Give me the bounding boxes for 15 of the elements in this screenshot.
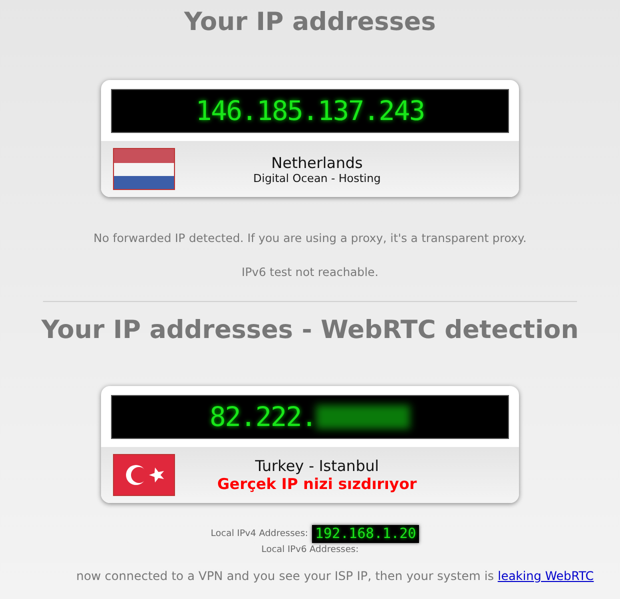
section-title: Your IP addresses: [184, 6, 436, 38]
ipv4-label: Local IPv4 Addresses:: [210, 529, 308, 539]
section-title: Your IP addresses - WebRTC detection: [41, 314, 579, 346]
footer-text: now connected to a VPN and you see your ISP IP, then your system is leaking WebRTC: [75, 569, 594, 583]
leaking-webrtc-link[interactable]: leaking WebRTC: [498, 569, 594, 583]
location-text: Turkey - Istanbul: [255, 457, 379, 475]
status-note: IPv6 test not reachable.: [242, 265, 378, 279]
ipv6-label: Local IPv6 Addresses:: [261, 545, 359, 555]
status-note: No forwarded IP detected. If you are using a proxy, it's a transparent proxy.: [93, 231, 527, 245]
ip-address: 146.185.137.243: [196, 96, 424, 126]
isp-text: Digital Ocean - Hosting: [253, 172, 381, 184]
warning-text: Gerçek IP nizi sızdırıyor: [217, 475, 417, 493]
location-text: Netherlands: [271, 154, 363, 172]
local-ip-address: 192.168.1.20: [312, 525, 420, 543]
ip-address: 82.222.: [210, 402, 316, 432]
